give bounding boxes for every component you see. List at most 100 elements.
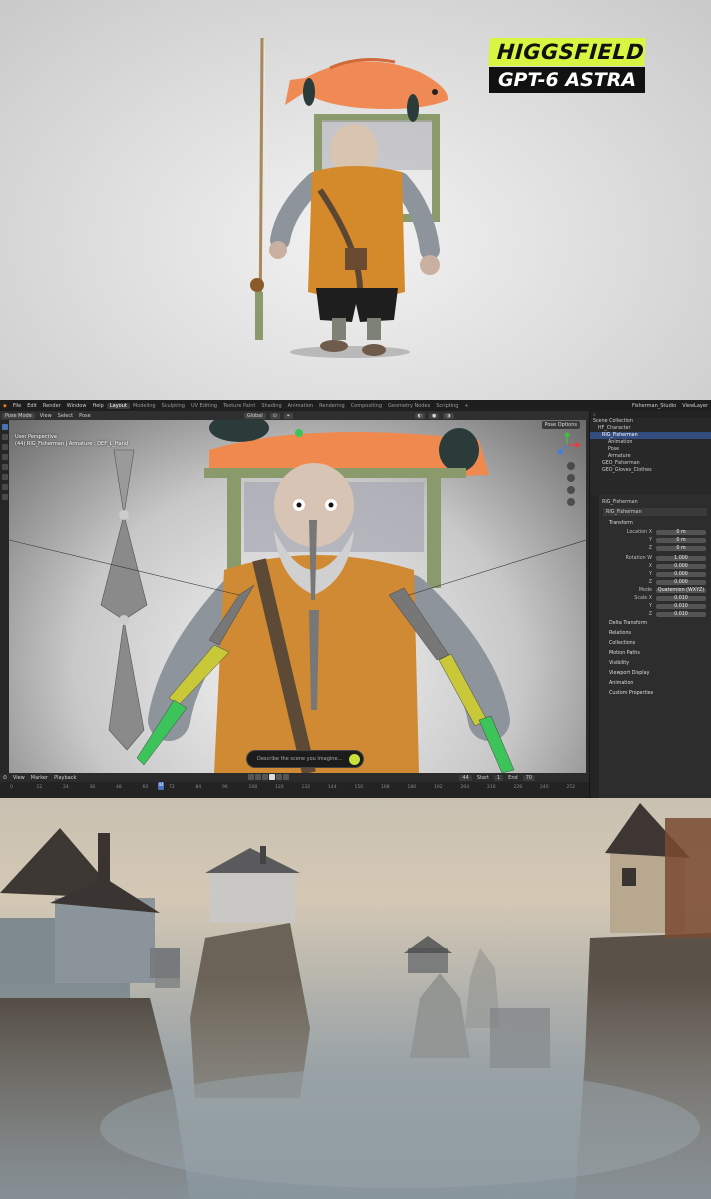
section-relations[interactable]: Relations bbox=[599, 628, 711, 638]
section-visibility[interactable]: Visibility bbox=[599, 658, 711, 668]
workspace-tab-scripting[interactable]: Scripting bbox=[433, 403, 461, 409]
properties-object-name[interactable]: RIG_Fisherman bbox=[599, 498, 711, 506]
rotation-z-field[interactable]: 0.000 bbox=[656, 579, 706, 585]
location-x-field[interactable]: 0 m bbox=[656, 529, 706, 535]
ortho-grid-icon[interactable] bbox=[567, 498, 575, 506]
snap-icon[interactable]: ⌖ bbox=[283, 412, 293, 419]
menu-render[interactable]: Render bbox=[40, 403, 64, 409]
workspace-tab-compositing[interactable]: Compositing bbox=[348, 403, 385, 409]
3d-viewport[interactable]: User Perspective (44) RIG_Fisherman | Ar… bbox=[9, 420, 586, 773]
transform-tool-icon[interactable] bbox=[1, 474, 8, 480]
pivot-icon[interactable]: ⊙ bbox=[269, 412, 280, 419]
location-y-field[interactable]: 0 m bbox=[656, 537, 706, 543]
workspace-tab-layout[interactable]: Layout bbox=[106, 402, 130, 409]
timeline-menu-view[interactable]: View bbox=[10, 775, 28, 781]
workspace-tab-uv-editing[interactable]: UV Editing bbox=[188, 403, 220, 409]
scene-selector[interactable]: Fisherman_Studio bbox=[629, 403, 679, 409]
transform-section-header[interactable]: Transform bbox=[599, 518, 711, 528]
next-keyframe-icon[interactable] bbox=[276, 774, 282, 780]
brand-title: HIGGSFIELD bbox=[488, 38, 646, 66]
outliner-row-selected[interactable]: RIG_Fisherman bbox=[590, 432, 711, 439]
properties-tab-strip[interactable] bbox=[590, 495, 599, 798]
section-animation[interactable]: Animation bbox=[599, 678, 711, 688]
add-workspace-icon[interactable]: + bbox=[461, 403, 471, 409]
outliner-row[interactable]: GEO_Fisherman bbox=[590, 460, 711, 467]
navigation-gizmo-icon[interactable] bbox=[554, 432, 580, 458]
menu-edit[interactable]: Edit bbox=[24, 403, 40, 409]
overlay-icon[interactable]: ◐ bbox=[414, 412, 426, 419]
transform-orientation-selector[interactable]: Global bbox=[243, 412, 266, 419]
section-collections[interactable]: Collections bbox=[599, 638, 711, 648]
viewport-info: User Perspective (44) RIG_Fisherman | Ar… bbox=[15, 434, 128, 448]
playback-controls bbox=[248, 774, 289, 780]
zoom-icon[interactable] bbox=[567, 462, 575, 470]
header-menu-view[interactable]: View bbox=[37, 413, 55, 419]
scale-y-field[interactable]: 0.010 bbox=[656, 603, 706, 609]
select-tool-icon[interactable] bbox=[1, 424, 8, 430]
outliner-row[interactable]: HF_Character bbox=[590, 425, 711, 432]
rotation-x-field[interactable]: 0.000 bbox=[656, 563, 706, 569]
jump-start-icon[interactable] bbox=[248, 774, 254, 780]
workspace-tab-geometry-nodes[interactable]: Geometry Nodes bbox=[385, 403, 433, 409]
workspace-tab-animation[interactable]: Animation bbox=[285, 403, 317, 409]
workspace-tab-texture-paint[interactable]: Texture Paint bbox=[220, 403, 258, 409]
measure-tool-icon[interactable] bbox=[1, 494, 8, 500]
rotation-y-field[interactable]: 0.000 bbox=[656, 571, 706, 577]
outliner-scene-collection[interactable]: Scene Collection bbox=[590, 418, 711, 425]
outliner-row[interactable]: Animation bbox=[590, 439, 711, 446]
rotate-tool-icon[interactable] bbox=[1, 454, 8, 460]
blender-logo-icon[interactable]: ◆ bbox=[0, 403, 10, 409]
outliner-search[interactable]: ⌕ bbox=[590, 411, 711, 418]
outliner-panel: ⌕ Scene Collection HF_Character RIG_Fish… bbox=[589, 411, 711, 495]
section-delta-transform[interactable]: Delta Transform bbox=[599, 618, 711, 628]
annotate-tool-icon[interactable] bbox=[1, 484, 8, 490]
playhead[interactable]: 44 bbox=[158, 782, 164, 790]
timeline-ruler[interactable]: 44 0 12 24 36 48 60 72 84 96 108 120 132 144 156 168 18… bbox=[0, 782, 589, 798]
view-layer-selector[interactable]: ViewLayer bbox=[679, 403, 711, 409]
timeline-menu-marker[interactable]: Marker bbox=[28, 775, 51, 781]
camera-view-icon[interactable] bbox=[567, 486, 575, 494]
scale-z-field[interactable]: 0.010 bbox=[656, 611, 706, 617]
timeline-editor-type-icon[interactable]: ⏱ bbox=[0, 775, 10, 781]
header-menu-select[interactable]: Select bbox=[55, 413, 76, 419]
jump-end-icon[interactable] bbox=[283, 774, 289, 780]
shading-render-icon[interactable]: ◑ bbox=[443, 412, 454, 419]
rotation-y-label: Y bbox=[649, 571, 652, 577]
play-icon[interactable] bbox=[269, 774, 275, 780]
section-custom-properties[interactable]: Custom Properties bbox=[599, 688, 711, 698]
end-frame-field[interactable]: 70 bbox=[522, 774, 536, 781]
section-motion-paths[interactable]: Motion Paths bbox=[599, 648, 711, 658]
rotation-w-field[interactable]: 1.000 bbox=[656, 555, 706, 561]
current-frame-field[interactable]: 44 bbox=[459, 774, 472, 781]
workspace-tab-rendering[interactable]: Rendering bbox=[316, 403, 348, 409]
workspace-tab-shading[interactable]: Shading bbox=[258, 403, 284, 409]
pose-options-dropdown[interactable]: Pose Options bbox=[541, 421, 580, 429]
start-frame-field[interactable]: 1 bbox=[493, 774, 504, 781]
pan-hand-icon[interactable] bbox=[567, 474, 575, 482]
scale-x-field[interactable]: 0.010 bbox=[656, 595, 706, 601]
menu-window[interactable]: Window bbox=[64, 403, 90, 409]
properties-data-name-field[interactable]: RIG_Fisherman bbox=[603, 508, 707, 516]
location-z-field[interactable]: 0 m bbox=[656, 545, 706, 551]
cursor-tool-icon[interactable] bbox=[1, 434, 8, 440]
menu-help[interactable]: Help bbox=[89, 403, 106, 409]
menu-file[interactable]: File bbox=[10, 403, 24, 409]
shading-solid-icon[interactable]: ● bbox=[429, 412, 440, 419]
ai-prompt-input[interactable]: Describe the scene you imagine... bbox=[246, 750, 364, 768]
move-tool-icon[interactable] bbox=[1, 444, 8, 450]
section-viewport-display[interactable]: Viewport Display bbox=[599, 668, 711, 678]
workspace-tab-sculpting[interactable]: Sculpting bbox=[159, 403, 188, 409]
send-prompt-button[interactable] bbox=[349, 754, 360, 765]
prev-keyframe-icon[interactable] bbox=[255, 774, 261, 780]
scale-tool-icon[interactable] bbox=[1, 464, 8, 470]
mode-selector[interactable]: Pose Mode bbox=[2, 412, 35, 419]
outliner-row[interactable]: Armature bbox=[590, 453, 711, 460]
outliner-row[interactable]: GEO_Gloves_Clothes bbox=[590, 467, 711, 474]
timeline-menu-playback[interactable]: Playback bbox=[51, 775, 79, 781]
rotation-mode-dropdown[interactable]: Quaternion (WXYZ) bbox=[656, 587, 706, 593]
header-menu-pose[interactable]: Pose bbox=[76, 413, 94, 419]
play-reverse-icon[interactable] bbox=[262, 774, 268, 780]
outliner-row[interactable]: Pose bbox=[590, 446, 711, 453]
workspace-tab-modeling[interactable]: Modeling bbox=[130, 403, 159, 409]
timeline-tick-label: 0 bbox=[10, 785, 13, 790]
